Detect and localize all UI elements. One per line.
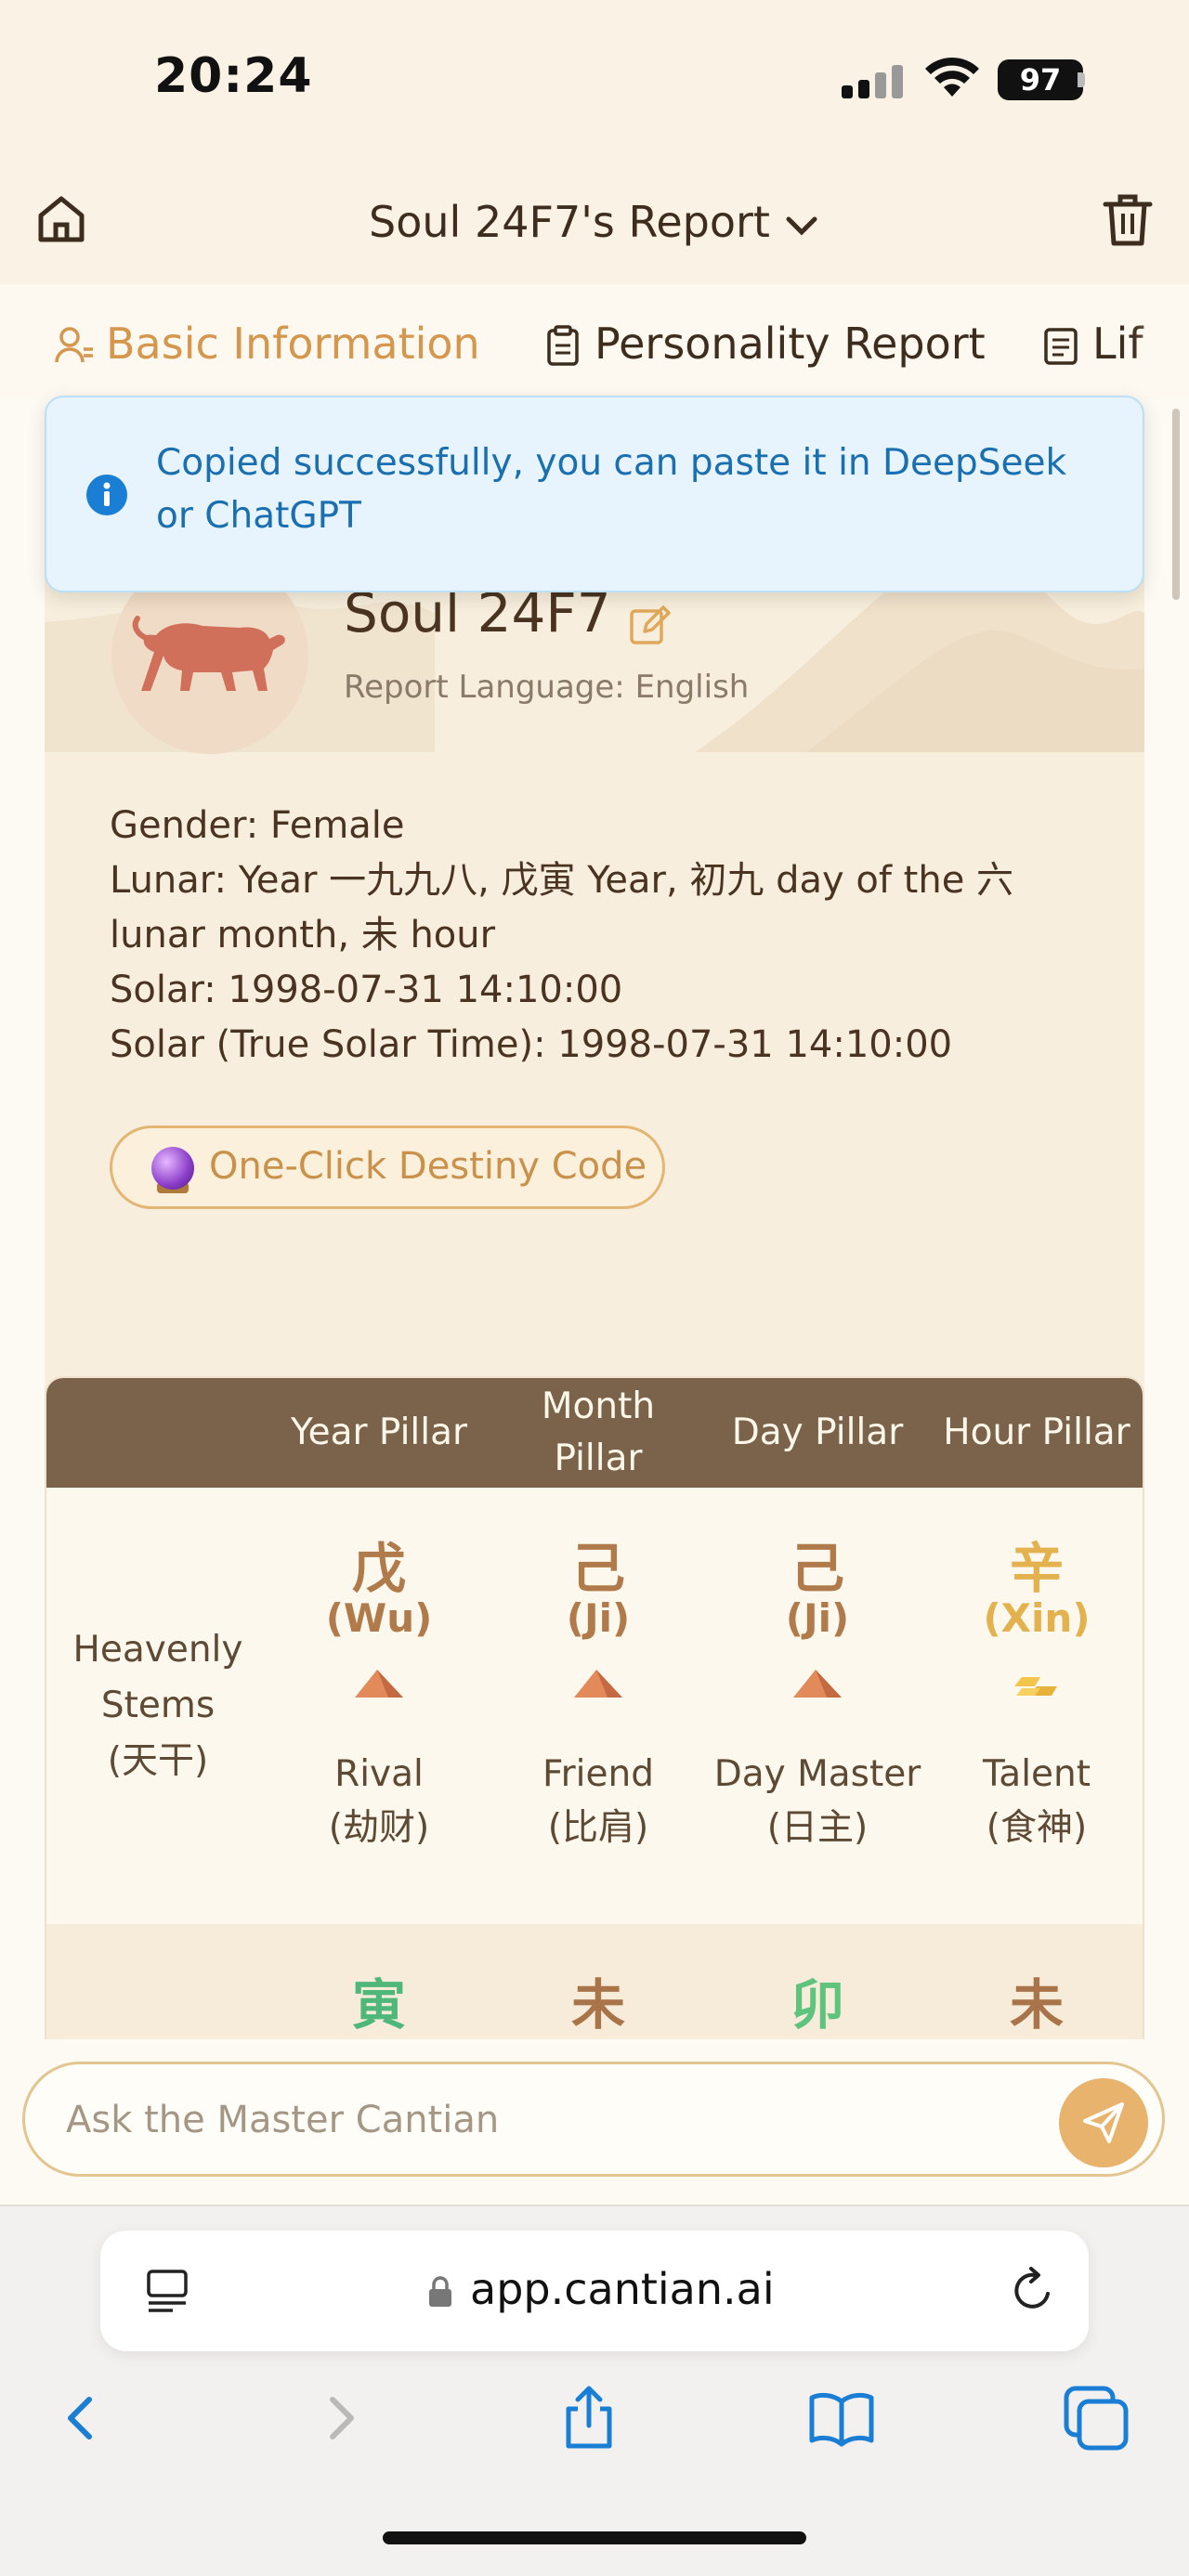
report-header: Soul 24F7's Report [0,158,1189,284]
back-icon[interactable] [45,2381,119,2455]
true-solar-date: Solar (True Solar Time): 1998-07-31 14:1… [110,1023,953,1066]
solar-date: Solar: 1998-07-31 14:10:00 [110,969,623,1011]
pillars-header-row: Year Pillar Month Pillar Day Pillar Hour… [46,1378,1143,1488]
branch-day[interactable]: 卯 [708,1961,927,2039]
branch-hour[interactable]: 未 [927,1961,1143,2039]
user-icon [55,327,93,363]
ask-bar [0,2039,1189,2205]
earth-icon [574,1670,622,1698]
earth-icon [355,1670,403,1698]
trash-icon[interactable] [1100,191,1156,249]
tab-personality-report-label: Personality Report [594,319,986,369]
report-title: Soul 24F7's Report [369,197,770,247]
report-tabs: Basic Information Personality Report Lif [0,284,1189,399]
stem-char: 己 [570,1537,625,1600]
tab-basic-information-label: Basic Information [106,319,480,369]
stem-pinyin: (Wu) [325,1595,433,1641]
info-icon [86,475,127,515]
url-text: app.cantian.ai [470,2264,775,2314]
edit-icon[interactable] [628,604,671,646]
home-indicator [383,2531,806,2544]
stem-pinyin: (Ji) [785,1595,850,1641]
header-year-pillar: Year Pillar [290,1412,468,1453]
lunar-date: Lunar: Year 一九九八, 戊寅 Year, 初九 day of the… [110,859,1014,902]
stem-role: Talent (食神) [982,1753,1091,1849]
gold-icon [1014,1677,1057,1696]
status-bar: 20:24 97 [0,0,1189,158]
stem-month[interactable]: 己 (Ji) Friend (比肩) [489,1488,708,1924]
chevron-down-icon [786,216,817,236]
scrollbar[interactable] [1172,409,1180,600]
tabs-fade [1133,284,1189,399]
reload-icon[interactable] [1007,2266,1057,2316]
four-pillars-table: Year Pillar Month Pillar Day Pillar Hour… [45,1376,1144,2062]
document-icon [1044,328,1078,365]
tiger-icon [132,616,285,691]
battery-level: 97 [998,59,1083,100]
report-selector[interactable]: Soul 24F7's Report [0,197,1189,247]
clipboard-icon [547,325,579,366]
stem-day[interactable]: 己 (Ji) Day Master (日主) [708,1488,927,1924]
destiny-code-button[interactable]: One-Click Destiny Code [110,1125,665,1209]
report-content[interactable]: Soul 24F7 Report Language: English Gende… [0,399,1189,2062]
birth-info: Gender: Female Lunar: Year 一九九八, 戊寅 Year… [110,799,1013,1073]
header-month-pillar: Month Pillar [541,1386,656,1479]
stem-hour[interactable]: 辛 (Xin) Talent (食神) [927,1488,1143,1924]
lock-icon [429,2276,451,2307]
crystal-ball-icon [151,1147,194,1190]
cellular-signal-icon [842,65,905,98]
branch-month[interactable]: 未 [489,1961,708,2039]
status-time: 20:24 [154,48,313,104]
bookmarks-icon[interactable] [804,2381,879,2455]
gender: Gender: Female [110,804,405,847]
ask-field-wrapper [22,2062,1165,2177]
address-bar[interactable]: app.cantian.ai [100,2231,1089,2351]
stem-role: Day Master (日主) [713,1753,921,1849]
toast-message: Copied successfully, you can paste it in… [156,442,1067,537]
stem-role: Friend (比肩) [542,1753,654,1849]
send-icon [1083,2102,1124,2143]
page-menu-icon[interactable] [145,2268,191,2316]
tabs-icon[interactable] [1059,2381,1133,2455]
earth-icon [793,1670,842,1698]
heavenly-stems-label: Heavenly Stems (天干) [72,1629,243,1782]
copy-success-toast: Copied successfully, you can paste it in… [45,396,1144,592]
share-icon[interactable] [552,2381,626,2455]
stem-pinyin: (Ji) [566,1595,631,1641]
send-button[interactable] [1059,2078,1148,2167]
stem-pinyin: (Xin) [983,1595,1091,1641]
wifi-icon [925,57,979,97]
report-language: Report Language: English [344,669,750,706]
header-hour-pillar: Hour Pillar [943,1412,1130,1453]
ask-master-input[interactable] [66,2092,995,2148]
destiny-code-label: One-Click Destiny Code [209,1145,647,1188]
stem-char: 己 [790,1537,844,1600]
branch-year[interactable]: 寅 [269,1961,489,2039]
stem-char: 辛 [1009,1537,1064,1600]
lunar-date-continued: lunar month, 未 hour [110,914,496,956]
battery-cap [1078,72,1085,87]
stem-year[interactable]: 戊 (Wu) Rival (劫财) [269,1488,489,1924]
stem-role: Rival (劫财) [328,1753,430,1849]
header-day-pillar: Day Pillar [731,1412,904,1453]
forward-icon[interactable] [303,2381,377,2455]
browser-toolbar: app.cantian.ai [0,2205,1189,2576]
stem-char: 戊 [351,1537,406,1600]
